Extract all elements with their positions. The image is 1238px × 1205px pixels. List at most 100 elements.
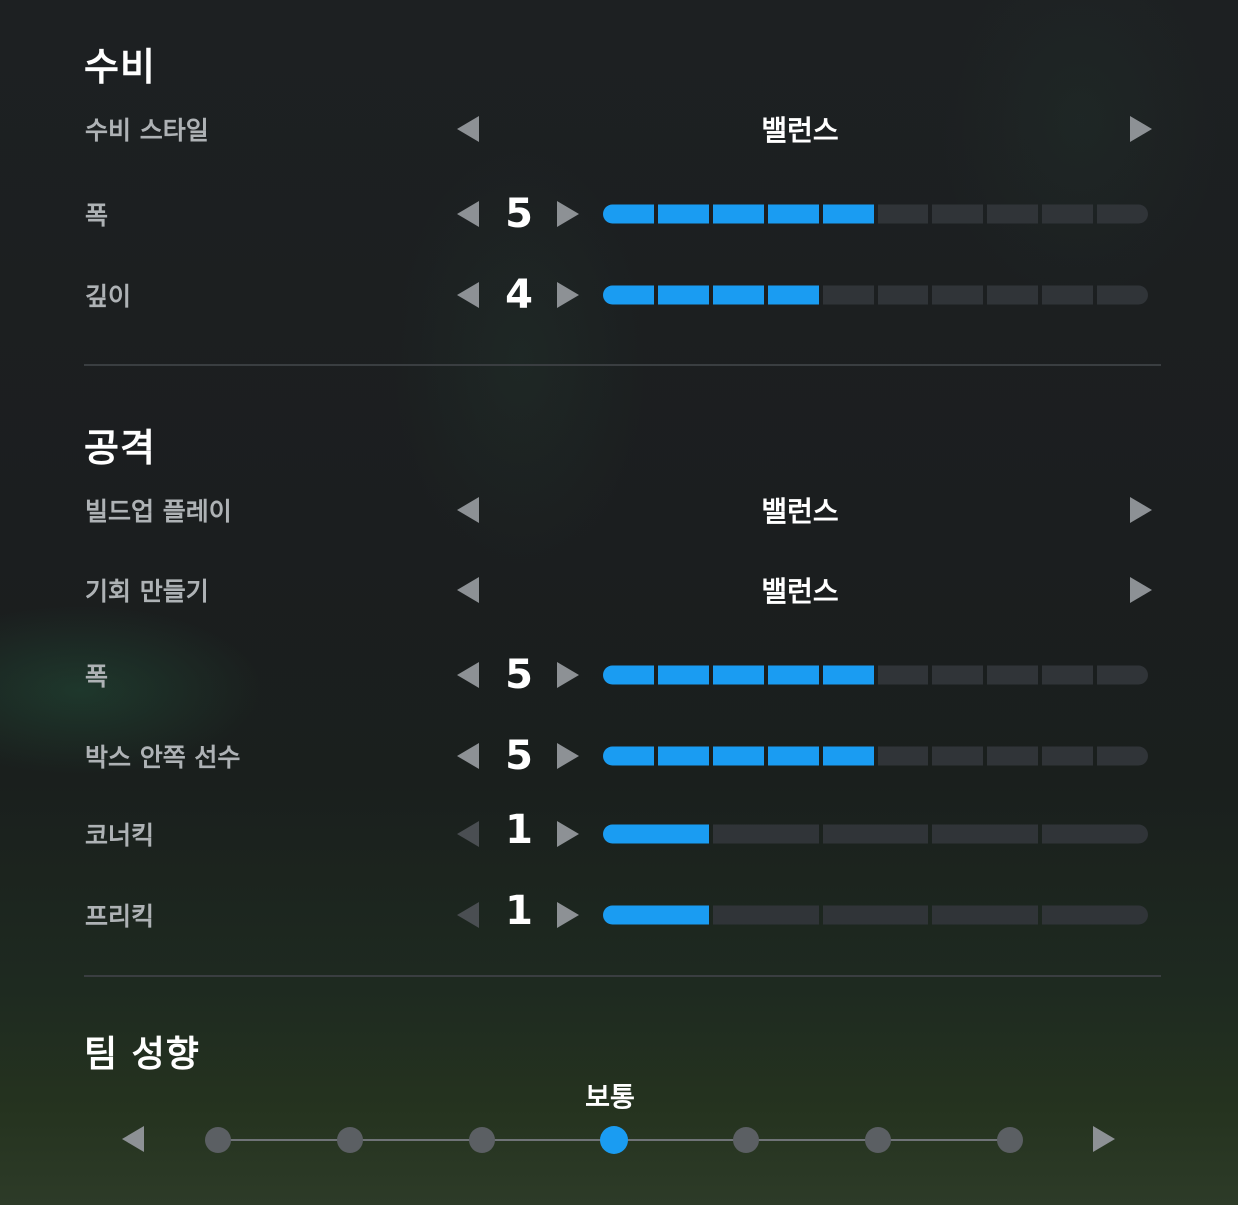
corners-bar[interactable] <box>603 824 1148 844</box>
bar-segment[interactable] <box>822 285 874 305</box>
defense-width-row: 폭 5 <box>0 184 1238 244</box>
bar-segment[interactable] <box>822 746 874 766</box>
bar-segment[interactable] <box>603 665 654 685</box>
defense-width-increase-icon[interactable] <box>557 201 579 227</box>
bar-segment[interactable] <box>1042 204 1094 224</box>
corners-row: 코너킥 1 <box>0 804 1238 864</box>
defense-width-bar[interactable] <box>603 204 1149 224</box>
defense-width-value: 5 <box>505 191 533 237</box>
bar-segment[interactable] <box>603 285 654 305</box>
bar-segment[interactable] <box>987 285 1039 305</box>
defense-depth-increase-icon[interactable] <box>557 282 579 308</box>
bar-segment[interactable] <box>603 204 654 224</box>
players-in-box-decrease-icon[interactable] <box>457 743 479 769</box>
team-mentality-next-icon[interactable] <box>1093 1126 1115 1152</box>
players-in-box-row: 박스 안쪽 선수 5 <box>0 726 1238 786</box>
bar-segment[interactable] <box>1042 746 1094 766</box>
bar-segment[interactable] <box>603 746 654 766</box>
defense-depth-decrease-icon[interactable] <box>457 282 479 308</box>
players-in-box-label: 박스 안쪽 선수 <box>85 743 241 772</box>
free-kicks-bar[interactable] <box>603 905 1148 925</box>
buildup-next-icon[interactable] <box>1130 497 1152 523</box>
bar-segment[interactable] <box>932 746 984 766</box>
defense-section-title: 수비 <box>84 45 156 89</box>
buildup-prev-icon[interactable] <box>457 497 479 523</box>
slider-dot[interactable] <box>205 1127 231 1153</box>
bar-segment[interactable] <box>877 204 929 224</box>
bar-segment[interactable] <box>877 285 929 305</box>
chance-creation-row: 기회 만들기 밸런스 <box>0 560 1238 620</box>
bar-segment[interactable] <box>712 824 819 844</box>
bar-segment[interactable] <box>767 204 819 224</box>
defense-style-next-icon[interactable] <box>1130 116 1152 142</box>
free-kicks-increase-icon[interactable] <box>557 902 579 928</box>
slider-dot-active[interactable] <box>600 1126 628 1154</box>
bar-segment[interactable] <box>767 746 819 766</box>
slider-dot[interactable] <box>469 1127 495 1153</box>
attack-section-title: 공격 <box>84 426 156 470</box>
bar-segment[interactable] <box>712 285 764 305</box>
chance-creation-label: 기회 만들기 <box>85 577 209 606</box>
chance-creation-value: 밸런스 <box>761 575 839 608</box>
bar-segment[interactable] <box>822 824 929 844</box>
slider-dot[interactable] <box>865 1127 891 1153</box>
defense-style-row: 수비 스타일 밸런스 <box>0 99 1238 159</box>
defense-width-decrease-icon[interactable] <box>457 201 479 227</box>
bar-segment[interactable] <box>987 204 1039 224</box>
attack-width-value: 5 <box>505 652 533 698</box>
bar-segment[interactable] <box>1042 285 1094 305</box>
bar-segment[interactable] <box>767 285 819 305</box>
chance-creation-prev-icon[interactable] <box>457 577 479 603</box>
bar-segment[interactable] <box>1042 665 1094 685</box>
bar-segment[interactable] <box>657 746 709 766</box>
slider-dot[interactable] <box>337 1127 363 1153</box>
bar-segment[interactable] <box>712 204 764 224</box>
corners-value: 1 <box>505 807 533 853</box>
bar-segment[interactable] <box>712 665 764 685</box>
players-in-box-bar[interactable] <box>603 746 1149 766</box>
bar-segment[interactable] <box>932 285 984 305</box>
defense-depth-label: 깊이 <box>85 282 132 311</box>
bar-segment[interactable] <box>932 204 984 224</box>
bar-segment[interactable] <box>1097 746 1149 766</box>
slider-dot[interactable] <box>733 1127 759 1153</box>
slider-dot[interactable] <box>997 1127 1023 1153</box>
attack-width-decrease-icon[interactable] <box>457 662 479 688</box>
players-in-box-increase-icon[interactable] <box>557 743 579 769</box>
bar-segment[interactable] <box>822 204 874 224</box>
defense-depth-bar[interactable] <box>603 285 1149 305</box>
bar-segment[interactable] <box>603 905 709 925</box>
bar-segment[interactable] <box>712 746 764 766</box>
chance-creation-next-icon[interactable] <box>1130 577 1152 603</box>
bar-segment[interactable] <box>987 746 1039 766</box>
team-mentality-prev-icon[interactable] <box>122 1126 144 1152</box>
bar-segment[interactable] <box>657 285 709 305</box>
bar-segment[interactable] <box>932 905 1039 925</box>
corners-increase-icon[interactable] <box>557 821 579 847</box>
bar-segment[interactable] <box>932 824 1039 844</box>
bar-segment[interactable] <box>932 665 984 685</box>
free-kicks-value: 1 <box>505 888 533 934</box>
defense-style-prev-icon[interactable] <box>457 116 479 142</box>
bar-segment[interactable] <box>987 665 1039 685</box>
bar-segment[interactable] <box>767 665 819 685</box>
bar-segment[interactable] <box>822 905 929 925</box>
bar-segment[interactable] <box>657 665 709 685</box>
bar-segment[interactable] <box>877 665 929 685</box>
buildup-label: 빌드업 플레이 <box>85 497 232 526</box>
bar-segment[interactable] <box>1042 905 1148 925</box>
bar-segment[interactable] <box>603 824 709 844</box>
bar-segment[interactable] <box>1097 204 1149 224</box>
bar-segment[interactable] <box>657 204 709 224</box>
team-mentality-value: 보통 <box>585 1082 635 1114</box>
attack-width-bar[interactable] <box>603 665 1149 685</box>
corners-decrease-icon[interactable] <box>457 821 479 847</box>
bar-segment[interactable] <box>712 905 819 925</box>
bar-segment[interactable] <box>822 665 874 685</box>
attack-width-increase-icon[interactable] <box>557 662 579 688</box>
bar-segment[interactable] <box>1097 665 1149 685</box>
bar-segment[interactable] <box>877 746 929 766</box>
free-kicks-decrease-icon[interactable] <box>457 902 479 928</box>
bar-segment[interactable] <box>1097 285 1149 305</box>
bar-segment[interactable] <box>1042 824 1148 844</box>
